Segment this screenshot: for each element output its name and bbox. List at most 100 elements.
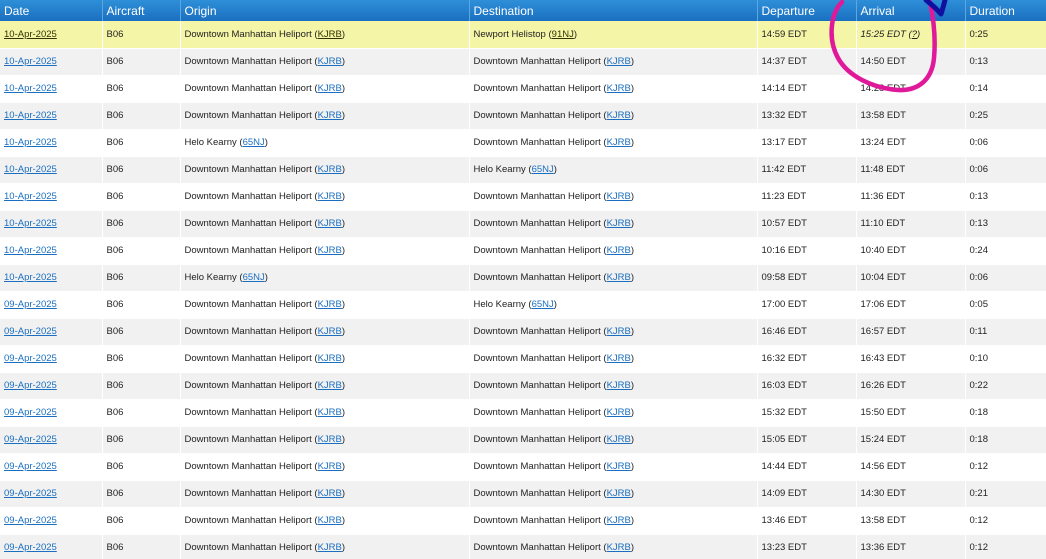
origin-airport-link[interactable]: KJRB [318, 542, 342, 553]
table-row[interactable]: 10-Apr-2025 B06 Downtown Manhattan Helipor… [0, 237, 1046, 265]
destination-name: Downtown Manhattan Heliport [473, 110, 601, 121]
duration-cell: 0:13 [965, 183, 1046, 211]
origin-airport-link[interactable]: KJRB [318, 299, 342, 310]
table-row[interactable]: 10-Apr-2025 B06 Downtown Manhattan Helipor… [0, 75, 1046, 103]
table-row[interactable]: 09-Apr-2025 B06 Downtown Manhattan Helipor… [0, 426, 1046, 454]
date-link[interactable]: 09-Apr-2025 [4, 461, 57, 472]
date-link[interactable]: 09-Apr-2025 [4, 380, 57, 391]
table-row[interactable]: 10-Apr-2025 B06 Helo Kearny (65NJ) Downtown… [0, 264, 1046, 292]
destination-airport-link[interactable]: 91NJ [552, 29, 574, 40]
date-link[interactable]: 09-Apr-2025 [4, 353, 57, 364]
date-cell: 10-Apr-2025 [0, 210, 103, 238]
origin-airport-link[interactable]: KJRB [318, 110, 342, 121]
duration-cell: 0:12 [965, 507, 1046, 535]
date-link[interactable]: 09-Apr-2025 [4, 326, 57, 337]
table-row[interactable]: 09-Apr-2025 B06 Downtown Manhattan Helipor… [0, 453, 1046, 481]
origin-airport-link[interactable]: 65NJ [243, 137, 265, 148]
origin-airport-link[interactable]: 65NJ [243, 272, 265, 283]
destination-airport-link[interactable]: KJRB [607, 461, 631, 472]
table-row[interactable]: 09-Apr-2025 B06 Downtown Manhattan Helipor… [0, 507, 1046, 535]
destination-airport-link[interactable]: KJRB [607, 245, 631, 256]
table-row[interactable]: 10-Apr-2025 B06 Downtown Manhattan Helipor… [0, 210, 1046, 238]
table-row[interactable]: 10-Apr-2025 B06 Downtown Manhattan Helipor… [0, 102, 1046, 130]
date-link[interactable]: 09-Apr-2025 [4, 407, 57, 418]
date-link[interactable]: 10-Apr-2025 [4, 218, 57, 229]
date-cell: 10-Apr-2025 [0, 129, 103, 157]
destination-airport-link[interactable]: 65NJ [532, 164, 554, 175]
origin-airport-link[interactable]: KJRB [318, 218, 342, 229]
origin-airport-link[interactable]: KJRB [318, 245, 342, 256]
column-header-arrival[interactable]: Arrival [856, 0, 966, 21]
table-row[interactable]: 09-Apr-2025 B06 Downtown Manhattan Helipor… [0, 291, 1046, 319]
table-row[interactable]: 09-Apr-2025 B06 Downtown Manhattan Helipor… [0, 534, 1046, 559]
arrival-estimate-link[interactable]: ? [912, 29, 917, 40]
date-link[interactable]: 10-Apr-2025 [4, 56, 57, 67]
origin-airport-link[interactable]: KJRB [318, 461, 342, 472]
column-header-date[interactable]: Date [0, 0, 103, 21]
departure-cell: 13:46 EDT [757, 507, 857, 535]
destination-airport-link[interactable]: KJRB [607, 83, 631, 94]
duration-cell: 0:25 [965, 102, 1046, 130]
date-link[interactable]: 10-Apr-2025 [4, 164, 57, 175]
column-header-destination[interactable]: Destination [469, 0, 758, 21]
destination-airport-link[interactable]: KJRB [607, 191, 631, 202]
date-link[interactable]: 09-Apr-2025 [4, 299, 57, 310]
destination-airport-link[interactable]: KJRB [607, 515, 631, 526]
table-row[interactable]: 10-Apr-2025 B06 Downtown Manhattan Helipor… [0, 21, 1046, 49]
date-link[interactable]: 10-Apr-2025 [4, 110, 57, 121]
table-row[interactable]: 10-Apr-2025 B06 Downtown Manhattan Helipor… [0, 48, 1046, 76]
date-link[interactable]: 10-Apr-2025 [4, 272, 57, 283]
origin-airport-link[interactable]: KJRB [318, 29, 342, 40]
date-link[interactable]: 10-Apr-2025 [4, 191, 57, 202]
destination-airport-link[interactable]: KJRB [607, 488, 631, 499]
date-link[interactable]: 10-Apr-2025 [4, 245, 57, 256]
table-row[interactable]: 09-Apr-2025 B06 Downtown Manhattan Helipor… [0, 372, 1046, 400]
aircraft-cell: B06 [102, 183, 181, 211]
destination-airport-link[interactable]: 65NJ [532, 299, 554, 310]
destination-airport-link[interactable]: KJRB [607, 272, 631, 283]
destination-airport-link[interactable]: KJRB [607, 353, 631, 364]
origin-airport-link[interactable]: KJRB [318, 164, 342, 175]
table-row[interactable]: 10-Apr-2025 B06 Helo Kearny (65NJ) Downtown… [0, 129, 1046, 157]
destination-airport-link[interactable]: KJRB [607, 407, 631, 418]
table-row[interactable]: 09-Apr-2025 B06 Downtown Manhattan Helipor… [0, 399, 1046, 427]
date-link[interactable]: 10-Apr-2025 [4, 29, 57, 40]
table-row[interactable]: 09-Apr-2025 B06 Downtown Manhattan Helipor… [0, 345, 1046, 373]
destination-airport-link[interactable]: KJRB [607, 110, 631, 121]
date-link[interactable]: 09-Apr-2025 [4, 515, 57, 526]
destination-airport-link[interactable]: KJRB [607, 56, 631, 67]
origin-airport-link[interactable]: KJRB [318, 56, 342, 67]
origin-cell: Downtown Manhattan Heliport (KJRB) [180, 48, 470, 76]
date-link[interactable]: 10-Apr-2025 [4, 137, 57, 148]
date-link[interactable]: 10-Apr-2025 [4, 83, 57, 94]
origin-airport-link[interactable]: KJRB [318, 83, 342, 94]
origin-airport-link[interactable]: KJRB [318, 326, 342, 337]
date-link[interactable]: 09-Apr-2025 [4, 434, 57, 445]
destination-name: Downtown Manhattan Heliport [473, 353, 601, 364]
date-cell: 09-Apr-2025 [0, 480, 103, 508]
column-header-duration[interactable]: Duration [965, 0, 1046, 21]
origin-airport-link[interactable]: KJRB [318, 434, 342, 445]
origin-airport-link[interactable]: KJRB [318, 488, 342, 499]
origin-airport-link[interactable]: KJRB [318, 191, 342, 202]
table-row[interactable]: 09-Apr-2025 B06 Downtown Manhattan Helipor… [0, 318, 1046, 346]
origin-airport-link[interactable]: KJRB [318, 380, 342, 391]
destination-airport-link[interactable]: KJRB [607, 326, 631, 337]
destination-airport-link[interactable]: KJRB [607, 542, 631, 553]
table-row[interactable]: 10-Apr-2025 B06 Downtown Manhattan Helipor… [0, 183, 1046, 211]
origin-airport-link[interactable]: KJRB [318, 407, 342, 418]
column-header-aircraft[interactable]: Aircraft [102, 0, 181, 21]
destination-airport-link[interactable]: KJRB [607, 434, 631, 445]
destination-airport-link[interactable]: KJRB [607, 137, 631, 148]
origin-airport-link[interactable]: KJRB [318, 353, 342, 364]
table-row[interactable]: 10-Apr-2025 B06 Downtown Manhattan Helipor… [0, 156, 1046, 184]
date-link[interactable]: 09-Apr-2025 [4, 488, 57, 499]
destination-airport-link[interactable]: KJRB [607, 218, 631, 229]
column-header-origin[interactable]: Origin [180, 0, 470, 21]
duration-cell: 0:12 [965, 534, 1046, 559]
column-header-departure[interactable]: Departure [757, 0, 857, 21]
destination-airport-link[interactable]: KJRB [607, 380, 631, 391]
table-row[interactable]: 09-Apr-2025 B06 Downtown Manhattan Helipor… [0, 480, 1046, 508]
origin-airport-link[interactable]: KJRB [318, 515, 342, 526]
date-link[interactable]: 09-Apr-2025 [4, 542, 57, 553]
